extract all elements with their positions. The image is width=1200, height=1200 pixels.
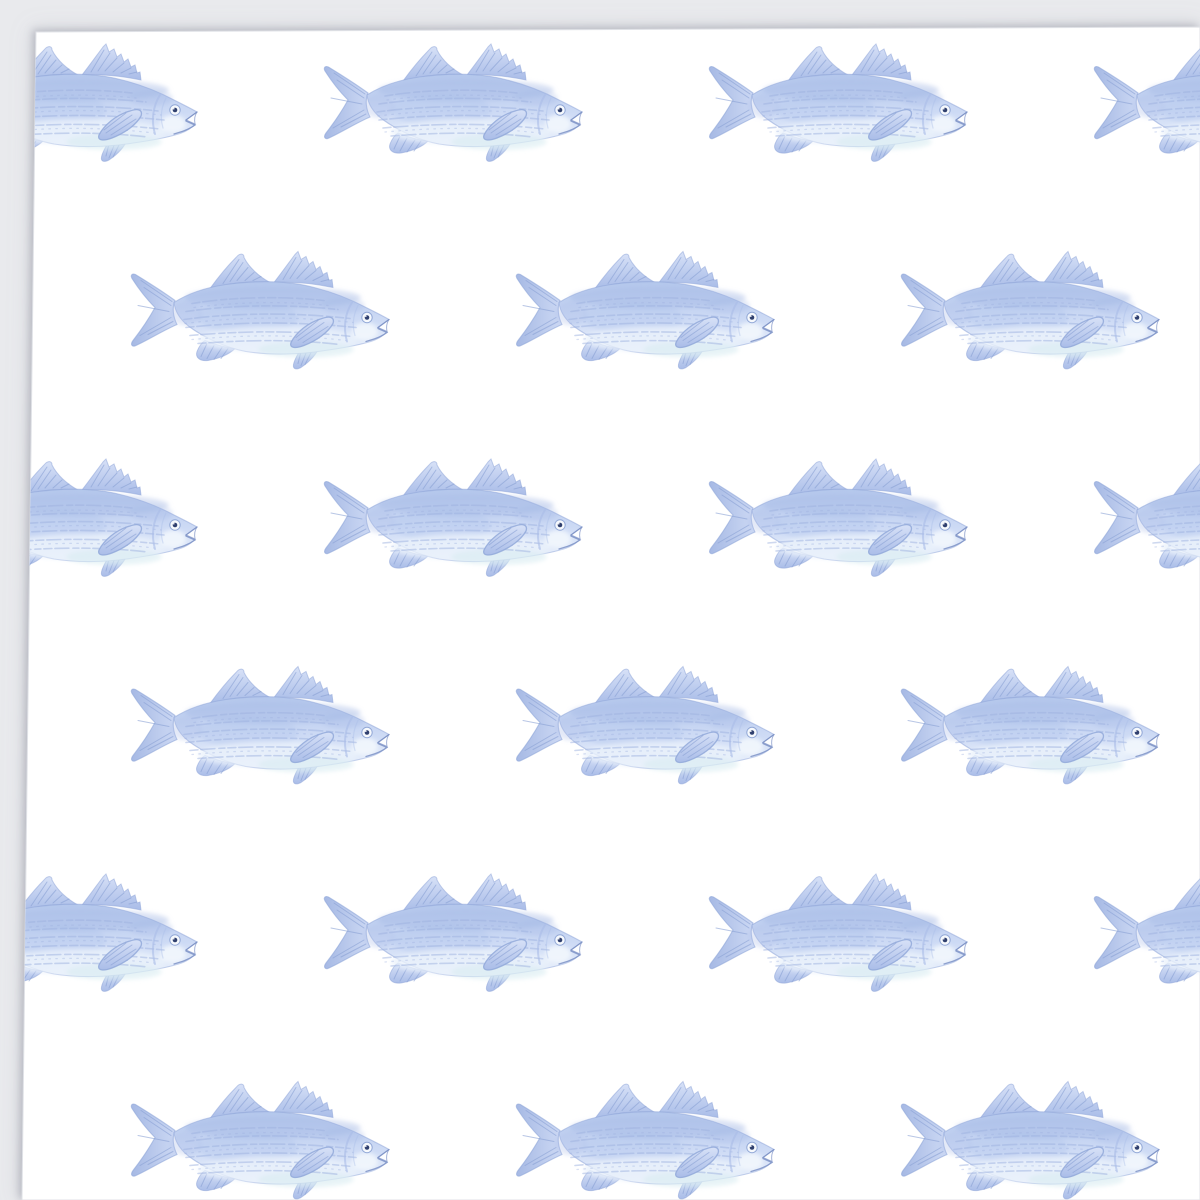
- wrapping-paper-photo: [0, 0, 1200, 1200]
- paper-sheet: [22, 27, 1200, 1200]
- scene: [0, 0, 1200, 1200]
- photo-backdrop: { "scene": { "description": "White wrapp…: [0, 0, 1200, 1200]
- paper-sheet-with-shadow: [22, 27, 1200, 1200]
